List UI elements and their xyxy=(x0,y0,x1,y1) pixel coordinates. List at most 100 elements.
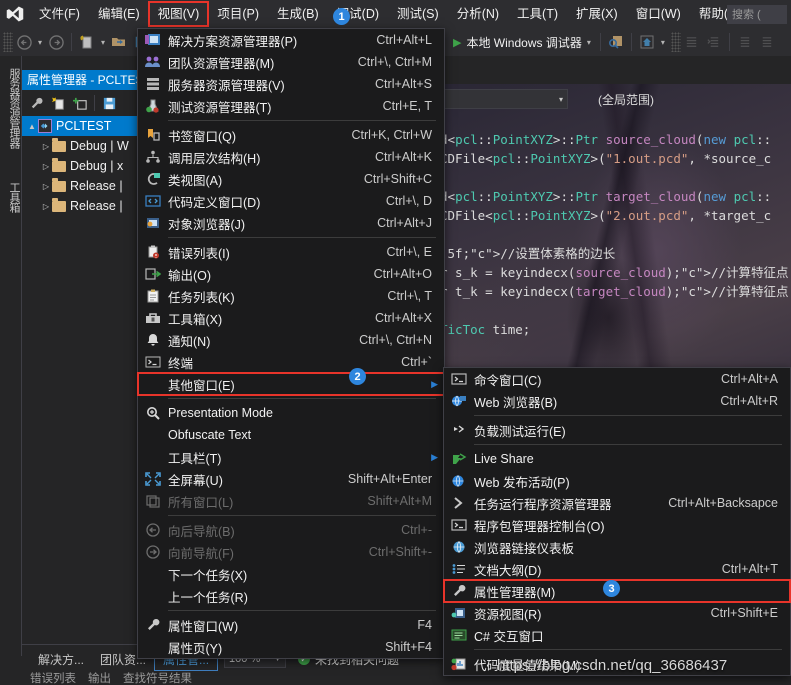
menu-item[interactable]: C# 交互窗口 xyxy=(444,624,790,646)
menu-bar-item-10[interactable]: 窗口(W) xyxy=(627,2,690,26)
menu-item[interactable]: 类视图(A) Ctrl+Shift+C xyxy=(138,168,444,190)
find-in-files-icon[interactable] xyxy=(605,31,627,53)
menu-item[interactable]: 属性页(Y) Shift+F4 xyxy=(138,636,444,658)
menu-item[interactable]: Presentation Mode xyxy=(138,402,444,424)
menu-item[interactable]: 负载测试运行(E) xyxy=(444,419,790,441)
menu-item-label: 文档大纲(D) xyxy=(474,563,542,578)
property-tree-label: PCLTEST xyxy=(56,119,112,133)
menu-item[interactable]: 代码定义窗口(D) Ctrl+\, D xyxy=(138,190,444,212)
menu-item[interactable]: 任务运行程序资源管理器 Ctrl+Alt+Backsapce xyxy=(444,492,790,514)
toolbar-grip-2[interactable] xyxy=(670,32,681,52)
menu-item[interactable]: 下一个任务(X) xyxy=(138,563,444,585)
menu-bar-item-9[interactable]: 扩展(X) xyxy=(567,2,627,26)
menu-bar-item-0[interactable]: 文件(F) xyxy=(30,2,89,26)
property-tree-row[interactable]: ▷ Release | xyxy=(22,196,146,216)
expand-triangle-icon[interactable]: ▷ xyxy=(40,142,52,151)
toolbar-grip[interactable] xyxy=(3,32,13,52)
property-tree-row[interactable]: ▷ Debug | W xyxy=(22,136,146,156)
expand-triangle-icon[interactable]: ▷ xyxy=(40,162,52,171)
navigate-back-icon[interactable] xyxy=(13,31,35,53)
navigate-forward-icon[interactable] xyxy=(45,31,67,53)
menu-item[interactable]: 其他窗口(E) ▶ xyxy=(137,372,445,396)
menu-item[interactable]: Obfuscate Text xyxy=(138,424,444,446)
other-windows-submenu[interactable]: 命令窗口(C) Ctrl+Alt+A Web 浏览器(B) Ctrl+Alt+R 负载测… xyxy=(443,367,791,676)
menu-item[interactable]: 命令窗口(C) Ctrl+Alt+A xyxy=(444,368,790,390)
menu-item[interactable]: 工具栏(T) ▶ xyxy=(138,446,444,468)
chevron-down-icon[interactable]: ▾ xyxy=(587,38,591,47)
property-tree-row[interactable]: ▷ Release | xyxy=(22,176,146,196)
menu-item[interactable]: 工具箱(X) Ctrl+Alt+X xyxy=(138,307,444,329)
save-icon[interactable] xyxy=(99,93,119,113)
start-debugging-button[interactable]: ▶ 本地 Windows 调试器 ▾ xyxy=(448,31,596,53)
property-tree-row[interactable]: ▲ PCLTEST xyxy=(22,116,146,136)
menu-item[interactable]: 属性窗口(W) F4 xyxy=(138,614,444,636)
add-existing-property-sheet-icon[interactable] xyxy=(70,93,90,113)
menu-bar-item-7[interactable]: 分析(N) xyxy=(448,2,508,26)
menu-bar-item-3[interactable]: 项目(P) xyxy=(208,2,268,26)
menu-bar-item-6[interactable]: 测试(S) xyxy=(388,2,448,26)
menu-item-shortcut: F4 xyxy=(417,618,432,632)
menu-item[interactable]: 解决方案资源管理器(P) Ctrl+Alt+L xyxy=(138,29,444,51)
back-history-dropdown-icon[interactable]: ▾ xyxy=(35,31,45,53)
expand-triangle-icon[interactable]: ▷ xyxy=(40,202,52,211)
comment-icon[interactable] xyxy=(734,31,756,53)
menu-item[interactable]: 任务列表(K) Ctrl+\, T xyxy=(138,285,444,307)
menu-bar-item-4[interactable]: 生成(B) xyxy=(268,2,328,26)
menu-item-icon-slot xyxy=(138,402,168,424)
toolbar-overflow-icon[interactable]: ▾ xyxy=(658,31,668,53)
bottom-tab[interactable]: 解决方... xyxy=(30,649,92,670)
menu-item[interactable]: 团队资源管理器(M) Ctrl+\, Ctrl+M xyxy=(138,51,444,73)
menu-item[interactable]: Web 发布活动(P) xyxy=(444,470,790,492)
view-menu-dropdown[interactable]: 解决方案资源管理器(P) Ctrl+Alt+L 团队资源管理器(M) Ctrl+\, … xyxy=(137,28,445,659)
menu-item[interactable]: Web 浏览器(B) Ctrl+Alt+R xyxy=(444,390,790,412)
menu-bar-item-2[interactable]: 视图(V) xyxy=(147,1,210,27)
menu-item[interactable]: 对象浏览器(J) Ctrl+Alt+J xyxy=(138,212,444,234)
uncomment-icon[interactable] xyxy=(756,31,778,53)
home-icon[interactable] xyxy=(636,31,658,53)
menu-item[interactable]: 调用层次结构(H) Ctrl+Alt+K xyxy=(138,146,444,168)
menu-item[interactable]: 文档大纲(D) Ctrl+Alt+T xyxy=(444,558,790,580)
wrench-icon[interactable] xyxy=(26,93,46,113)
menu-bar-item-1[interactable]: 编辑(E) xyxy=(89,2,149,26)
member-scope-combo[interactable]: (全局范围) xyxy=(568,89,783,109)
menu-item[interactable]: 资源视图(R) Ctrl+Shift+E xyxy=(444,602,790,624)
menu-item-icon-slot xyxy=(444,536,474,558)
menu-item-shortcut: Ctrl+- xyxy=(401,523,432,537)
menu-item[interactable]: 程序包管理器控制台(O) xyxy=(444,514,790,536)
footer-tab[interactable]: 输出 xyxy=(88,670,111,685)
search-input[interactable]: 搜索 ( xyxy=(727,5,787,24)
blank-icon xyxy=(145,377,161,391)
menu-item[interactable]: 通知(N) Ctrl+\, Ctrl+N xyxy=(138,329,444,351)
menu-item-label: 团队资源管理器(M) xyxy=(168,56,275,71)
footer-tab[interactable]: 查找符号结果 xyxy=(123,670,192,685)
menu-item[interactable]: 服务器资源管理器(V) Ctrl+Alt+S xyxy=(138,73,444,95)
add-new-property-sheet-icon[interactable] xyxy=(48,93,68,113)
menu-item-icon-slot xyxy=(138,168,168,190)
menu-item[interactable]: 书签窗口(Q) Ctrl+K, Ctrl+W xyxy=(138,124,444,146)
menu-item[interactable]: 终端 Ctrl+` xyxy=(138,351,444,373)
menu-bar-item-8[interactable]: 工具(T) xyxy=(508,2,567,26)
menu-item[interactable]: 全屏幕(U) Shift+Alt+Enter xyxy=(138,468,444,490)
menu-item-icon-slot xyxy=(138,424,168,446)
menu-item[interactable]: Live Share xyxy=(444,448,790,470)
menu-item[interactable]: 输出(O) Ctrl+Alt+O xyxy=(138,263,444,285)
decrease-indent-icon[interactable] xyxy=(681,31,703,53)
menu-item-label: Presentation Mode xyxy=(168,406,273,420)
blank-icon xyxy=(145,450,161,464)
footer-tab[interactable]: 错误列表 xyxy=(30,670,76,685)
new-item-dropdown-icon[interactable]: ▾ xyxy=(98,31,108,53)
wrench-icon xyxy=(145,618,161,632)
menu-item[interactable]: 错误列表(I) Ctrl+\, E xyxy=(138,241,444,263)
menu-item[interactable]: 浏览器链接仪表板 xyxy=(444,536,790,558)
menu-item[interactable]: 上一个任务(R) xyxy=(138,585,444,607)
menu-item-label: 浏览器链接仪表板 xyxy=(474,541,575,556)
increase-indent-icon[interactable] xyxy=(703,31,725,53)
menu-item-label: 书签窗口(Q) xyxy=(168,129,237,144)
type-scope-combo[interactable]: ▾ xyxy=(440,89,568,109)
collapse-triangle-icon[interactable]: ▲ xyxy=(26,122,38,131)
expand-triangle-icon[interactable]: ▷ xyxy=(40,182,52,191)
new-item-icon[interactable] xyxy=(76,31,98,53)
open-folder-icon[interactable] xyxy=(108,31,130,53)
menu-item[interactable]: 测试资源管理器(T) Ctrl+E, T xyxy=(138,95,444,117)
property-tree-row[interactable]: ▷ Debug | x xyxy=(22,156,146,176)
